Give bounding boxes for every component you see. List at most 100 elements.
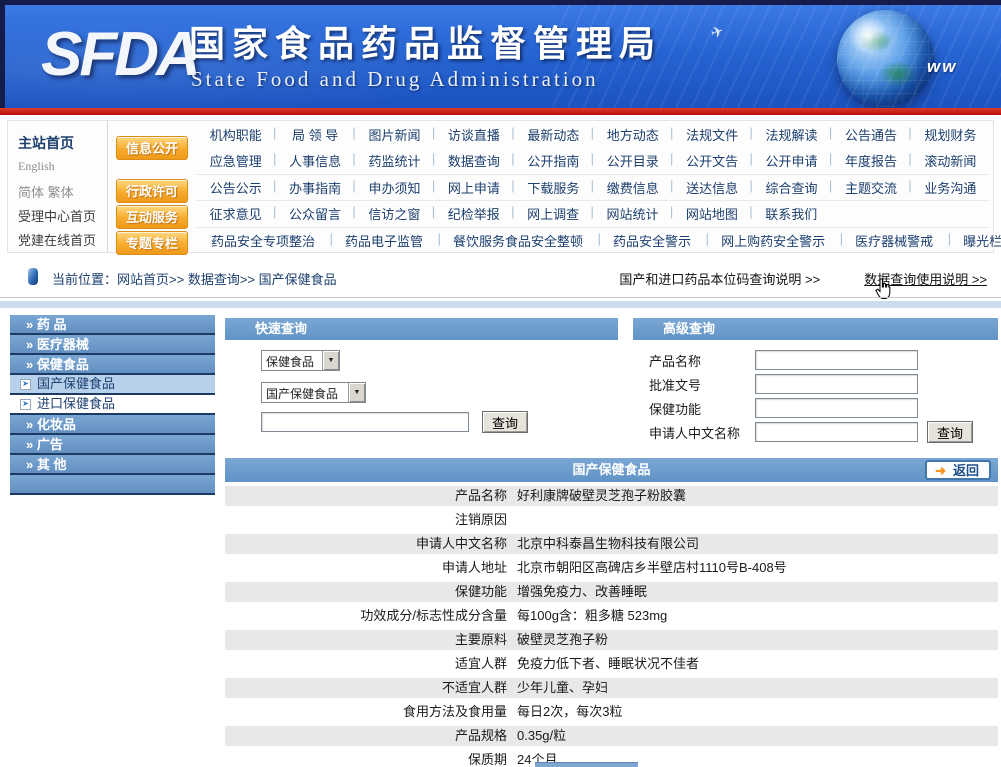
nav-link[interactable]: 规划财务 (911, 125, 990, 144)
row-label: 主要原料 (225, 630, 515, 650)
breadcrumb-data-query[interactable]: 数据查询>> (188, 272, 259, 287)
nav-link[interactable]: 公众留言 (275, 204, 354, 223)
nav-link[interactable]: 法规解读 (752, 125, 831, 144)
quick-query-search-button[interactable]: 查询 (482, 411, 528, 433)
nav-link[interactable]: 联系我们 (752, 204, 831, 223)
nav-link[interactable]: 网上调查 (514, 204, 593, 223)
nav-link[interactable]: 药品电子监管 (330, 231, 438, 250)
nav-link[interactable]: 送达信息 (672, 178, 751, 197)
row-value: 少年儿童、孕妇 (515, 678, 608, 698)
nav-link[interactable]: 申办须知 (355, 178, 434, 197)
nav-link[interactable]: 应急管理 (196, 151, 275, 170)
nav-category-buttons: 信息公开 行政许可 互动服务 专题专栏 (109, 121, 195, 252)
nav-link[interactable]: 公告公示 (196, 178, 275, 197)
nav-link[interactable]: 曝光栏 (948, 231, 1001, 250)
site-title-english: State Food and Drug Administration (191, 67, 599, 92)
sidebar-item-health-food[interactable]: 保健食品 (10, 355, 215, 375)
nav-home-link[interactable]: 主站首页 (18, 133, 74, 153)
info-disclosure-button[interactable]: 信息公开 (116, 136, 188, 160)
breadcrumb-prefix: 当前位置： (52, 272, 117, 287)
nav-acceptance-center-link[interactable]: 受理中心首页 (18, 206, 96, 225)
row-label: 保健功能 (225, 582, 515, 602)
drug-code-help-link[interactable]: 国产和进口药品本位码查询说明 >> (619, 269, 820, 288)
nav-english-link[interactable]: English (18, 159, 55, 174)
nav-link[interactable]: 综合查询 (752, 178, 831, 197)
nav-link[interactable]: 机构职能 (196, 125, 275, 144)
nav-link[interactable]: 滚动新闻 (911, 151, 990, 170)
nav-link[interactable]: 下载服务 (514, 178, 593, 197)
nav-link[interactable]: 公开指南 (514, 151, 593, 170)
nav-link[interactable]: 网站地图 (672, 204, 751, 223)
table-row: 申请人中文名称 北京中科泰昌生物科技有限公司 (225, 534, 998, 554)
category-select[interactable]: 保健食品 ▼ (261, 350, 340, 371)
nav-link[interactable]: 数据查询 (434, 151, 513, 170)
row-value: 免疫力低下者、睡眠状况不佳者 (515, 654, 699, 674)
nav-link[interactable]: 业务沟通 (911, 178, 990, 197)
nav-link[interactable]: 医疗器械警戒 (840, 231, 948, 250)
red-divider-stripe (0, 108, 1001, 115)
nav-link[interactable]: 网上购药安全警示 (706, 231, 840, 250)
partial-scrollbar-strip[interactable] (535, 762, 638, 767)
advanced-query-panel: 高级查询 产品名称 批准文号 保健功能 申请人中文名称 查询 (633, 318, 998, 444)
health-function-input[interactable] (755, 398, 918, 418)
chevron-down-icon[interactable]: ▼ (348, 383, 365, 402)
detail-rows: 产品名称 好利康牌破壁灵芝孢子粉胶囊 注销原因 申请人中文名称 北京中科泰昌生物… (225, 486, 998, 767)
table-row: 主要原料 破壁灵芝孢子粉 (225, 630, 998, 650)
nav-link[interactable]: 年度报告 (831, 151, 910, 170)
chevron-down-icon[interactable]: ▼ (322, 351, 339, 370)
table-row: 保健功能 增强免疫力、改善睡眠 (225, 582, 998, 602)
breadcrumb-home[interactable]: 网站首页>> (117, 272, 188, 287)
special-topics-button[interactable]: 专题专栏 (116, 231, 188, 255)
nav-party-building-link[interactable]: 党建在线首页 (18, 230, 96, 249)
admin-licensing-button[interactable]: 行政许可 (116, 179, 188, 203)
advanced-query-search-button[interactable]: 查询 (927, 421, 973, 443)
nav-link[interactable]: 药品安全警示 (598, 231, 706, 250)
back-button[interactable]: ➜ 返回 (925, 460, 991, 480)
interactive-services-button[interactable]: 互动服务 (116, 205, 188, 229)
nav-link[interactable]: 办事指南 (275, 178, 354, 197)
nav-link[interactable]: 餐饮服务食品安全整顿 (438, 231, 598, 250)
nav-link[interactable]: 访谈直播 (434, 125, 513, 144)
sidebar-item-domestic-health-food[interactable]: ➤ 国产保健食品 (10, 375, 215, 395)
subcategory-select[interactable]: 国产保健食品 ▼ (261, 382, 366, 403)
nav-link[interactable]: 最新动态 (514, 125, 593, 144)
nav-link[interactable]: 公开文告 (672, 151, 751, 170)
nav-link[interactable]: 公告通告 (831, 125, 910, 144)
site-header: SFDA 国家食品药品监督管理局 State Food and Drug Adm… (0, 0, 1001, 108)
sidebar-item-cosmetics[interactable]: 化妆品 (10, 415, 215, 435)
row-label: 不适宜人群 (225, 678, 515, 698)
row-label: 产品名称 (225, 486, 515, 506)
globe-grid-lines (837, 10, 934, 107)
nav-simplified-traditional-link[interactable]: 简体 繁体 (18, 182, 74, 201)
nav-link[interactable]: 网站统计 (593, 204, 672, 223)
nav-link[interactable]: 纪检举报 (434, 204, 513, 223)
nav-link[interactable]: 药监统计 (355, 151, 434, 170)
nav-link[interactable]: 药品安全专项整治 (196, 231, 330, 250)
nav-link[interactable]: 信访之窗 (355, 204, 434, 223)
sidebar-item-other[interactable]: 其 他 (10, 455, 215, 475)
nav-link[interactable]: 局 领 导 (275, 125, 354, 144)
product-name-input[interactable] (755, 350, 918, 370)
sidebar-item-drugs[interactable]: 药 品 (10, 315, 215, 335)
approval-number-input[interactable] (755, 374, 918, 394)
nav-link[interactable]: 征求意见 (196, 204, 275, 223)
nav-link[interactable]: 网上申请 (434, 178, 513, 197)
sidebar-item-label: 国产保健食品 (37, 374, 115, 394)
nav-link[interactable]: 缴费信息 (593, 178, 672, 197)
nav-link[interactable]: 法规文件 (672, 125, 751, 144)
sidebar-item-advertising[interactable]: 广告 (10, 435, 215, 455)
nav-link[interactable]: 公开目录 (593, 151, 672, 170)
nav-link[interactable]: 公开申请 (752, 151, 831, 170)
row-label: 适宜人群 (225, 654, 515, 674)
nav-link[interactable]: 人事信息 (275, 151, 354, 170)
applicant-name-input[interactable] (755, 422, 918, 442)
table-row: 注销原因 (225, 510, 998, 530)
category-select-value: 保健食品 (262, 351, 322, 370)
airplane-icon: ✈ (709, 21, 727, 42)
sidebar-item-imported-health-food[interactable]: ➤ 进口保健食品 (10, 395, 215, 415)
nav-link[interactable]: 主题交流 (831, 178, 910, 197)
quick-query-keyword-input[interactable] (261, 412, 469, 432)
nav-link[interactable]: 地方动态 (593, 125, 672, 144)
sidebar-item-medical-devices[interactable]: 医疗器械 (10, 335, 215, 355)
nav-link[interactable]: 图片新闻 (355, 125, 434, 144)
